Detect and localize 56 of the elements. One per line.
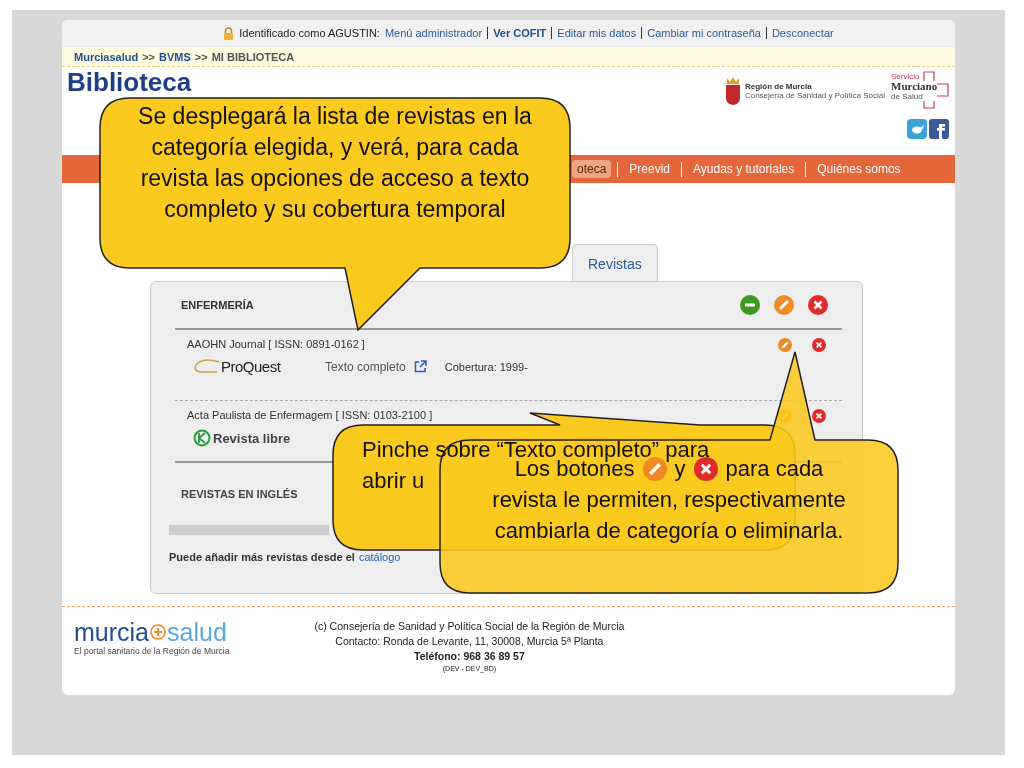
region-subtitle: Consejería de Sanidad y Política Social (744, 91, 885, 100)
category-title: REVISTAS EN INGLÉS (181, 488, 298, 500)
delete-icon[interactable] (812, 409, 826, 423)
edit-icon[interactable] (774, 295, 794, 315)
footer-text: Teléfono: 968 36 89 57 (413, 649, 526, 664)
swoosh-icon (193, 358, 221, 375)
nav-item[interactable]: Quiénes somos (812, 160, 906, 178)
external-link-icon[interactable] (413, 360, 427, 373)
callout-text: y (674, 456, 686, 483)
nav-item[interactable]: Preevid (624, 160, 676, 178)
full-text-link[interactable]: Texto completo (325, 359, 406, 374)
note-text: Puede añadir más revistas desde el (169, 551, 355, 563)
provider-name: ProQuest (221, 358, 281, 375)
facebook-icon[interactable] (929, 119, 949, 139)
footer-text: Contacto: Ronda de Levante, 11, 30008, Murcia 5ª Planta (334, 634, 605, 649)
site-title: Biblioteca (67, 67, 192, 97)
logo-text: murcia (74, 619, 149, 645)
journal-title: Acta Paulista de Enfermagem [ ISSN: 0103-2100 ] (187, 409, 433, 423)
account-link[interactable]: Editar mis datos (557, 27, 637, 39)
delete-icon[interactable] (812, 338, 826, 352)
service-name: de Salud (891, 92, 938, 102)
tab[interactable]: Revistas (572, 244, 658, 282)
delete-icon[interactable] (808, 295, 828, 315)
category-title: ENFERMERÍA (181, 299, 254, 311)
region-name: Región de Murcia (744, 82, 813, 91)
callout-text: revista le permiten, respectivamente cambiarla de categoría o eliminarla. (491, 486, 847, 545)
plus-icon (150, 624, 166, 640)
callout-text: para cada (725, 455, 824, 483)
account-link[interactable]: Ver COFIT (493, 27, 547, 39)
service-name: Murciano (891, 81, 938, 93)
breadcrumb-item[interactable]: MI BIBLIOTECA (211, 50, 295, 63)
logo-text: salud (167, 619, 227, 645)
journal-title: AAOHN Journal [ ISSN: 0891-0162 ] (187, 338, 365, 352)
open-access-icon (193, 429, 211, 447)
breadcrumb-item[interactable]: Murciasalud (74, 50, 139, 63)
nav-item[interactable]: oteca (572, 160, 612, 178)
breadcrumb-separator: >> (142, 50, 156, 63)
callout-text: abrir u (362, 467, 425, 495)
bird-icon[interactable] (907, 119, 927, 139)
collapse-icon[interactable] (740, 295, 760, 315)
provider-name: Revista libre (213, 430, 291, 446)
crest-icon (723, 76, 742, 106)
account-link[interactable]: Cambiar mi contraseña (647, 27, 761, 39)
login-status: Identificado como AGUSTIN: (239, 27, 380, 39)
lock-icon (223, 26, 235, 40)
account-link[interactable]: Desconectar (771, 27, 834, 39)
nav-item[interactable]: Ayudas y tutoriales (688, 160, 800, 178)
breadcrumb-item[interactable]: BVMS (159, 50, 191, 63)
logo-tagline: El portal sanitario de la Región de Murcia (74, 646, 230, 656)
coverage-text: Cobertura: 1999- (444, 360, 528, 373)
breadcrumb-separator: >> (194, 50, 208, 63)
callout-text: Se desplegará la lista de revistas en la categoría elegida, y verá, para cada revista las opciones de acceso a texto completo y su cobertura temporal (137, 102, 533, 224)
catalog-link[interactable]: catálogo (358, 551, 401, 563)
account-link[interactable]: Menú administrador (384, 27, 483, 39)
service-name: Servicio (891, 73, 921, 82)
footer-text: (c) Consejería de Sanidad y Política Social de la Región de Murcia (314, 619, 625, 634)
